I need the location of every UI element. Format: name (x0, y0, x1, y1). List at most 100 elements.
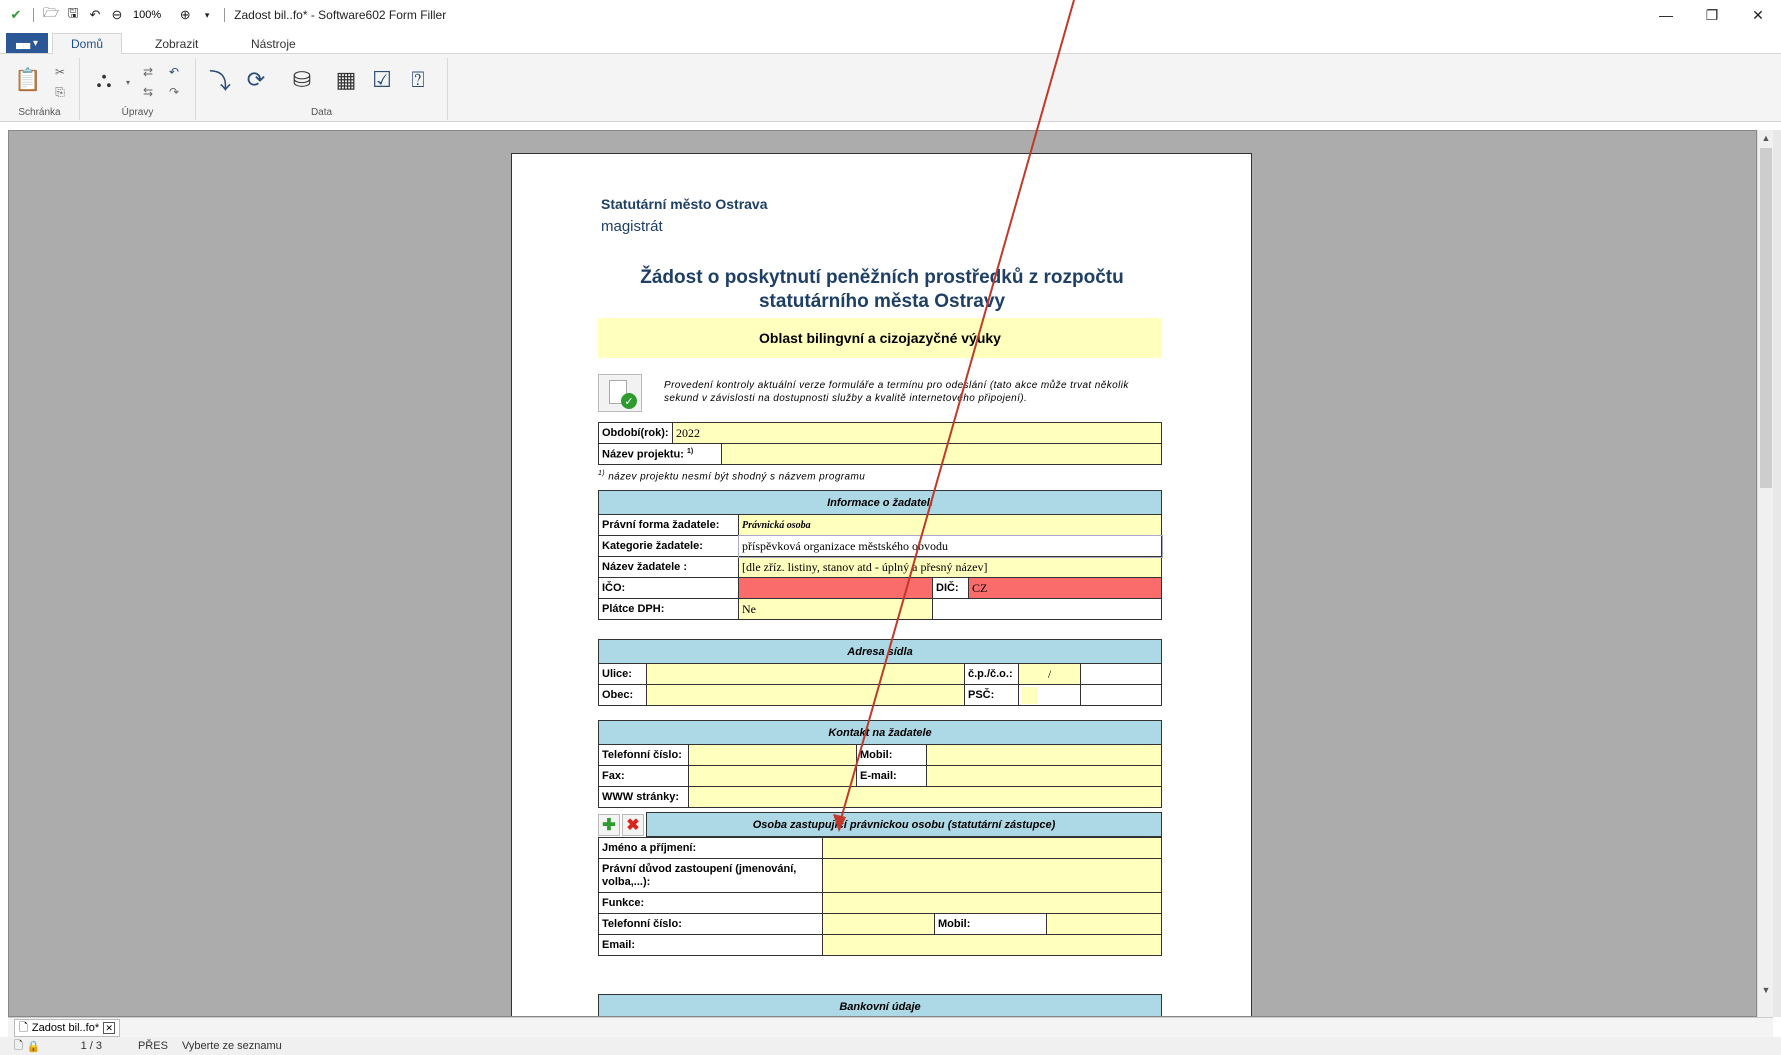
undo-icon[interactable]: ↶ (166, 64, 182, 80)
import-icon[interactable]: ⤵ (206, 64, 234, 96)
window-controls: — ❐ ✕ (1643, 0, 1781, 30)
dic-field[interactable]: CZ (968, 577, 1162, 599)
city-label: Obec: (598, 684, 647, 706)
form-title-line2: statutárního města Ostravy (758, 291, 1006, 312)
minimize-icon[interactable]: — (1643, 0, 1689, 30)
program-area: Oblast bilingvní a cizojazyčné výuky (598, 318, 1162, 358)
rep-phone-field[interactable] (822, 913, 935, 935)
zoom-out-icon[interactable]: ⊖ (109, 7, 125, 23)
document-tabs: 🗋 Zadost bil..fo* ✕ (8, 1017, 1773, 1037)
group-clipboard: 📋 ✂ ⎘ Schránka (0, 58, 80, 120)
page-icon: 🗋 (14, 1039, 23, 1052)
undo-icon[interactable]: ↶ (87, 7, 103, 23)
representative-header-table: Osoba zastupující právnickou osobu (stat… (646, 812, 1162, 837)
remove-row-icon[interactable]: ✖ (622, 814, 644, 836)
replace-all-icon[interactable]: ⇆ (140, 84, 156, 100)
mobile-field[interactable] (926, 744, 1162, 766)
rep-email-label: Email: (598, 934, 823, 956)
category-label: Kategorie žadatele: (598, 535, 739, 557)
tab-tools[interactable]: Nástroje (233, 33, 314, 54)
version-check-button[interactable]: ✓ (598, 374, 642, 412)
checklist-icon[interactable]: ☑ (368, 64, 396, 96)
zip-field[interactable] (1022, 686, 1038, 704)
side-info-panel[interactable] (1773, 130, 1781, 1017)
project-name-field[interactable] (721, 443, 1162, 465)
rep-email-field[interactable] (822, 934, 1162, 956)
project-name-label: Název projektu: (602, 448, 684, 461)
scroll-down-icon[interactable]: ▼ (1758, 982, 1774, 998)
ico-field[interactable] (738, 577, 933, 599)
zip-label: PSČ: (964, 684, 1019, 706)
restore-icon[interactable]: ❐ (1689, 0, 1735, 30)
replace-icon[interactable]: ⇄ (140, 64, 156, 80)
category-select[interactable]: příspěvková organizace městského obvodu (737, 534, 1163, 558)
rep-function-field[interactable] (822, 892, 1162, 914)
close-icon[interactable]: ✕ (1735, 0, 1781, 30)
form-title: Žádost o poskytnutí peněžních prostředků… (592, 266, 1172, 314)
group-label: Úpravy (121, 107, 154, 118)
applicant-table: Informace o žadateli Právní forma žadate… (598, 490, 1163, 620)
version-check-note: Provedení kontroly aktuální verze formul… (664, 380, 1129, 404)
document-icon: 🗋 (19, 1021, 28, 1034)
representative-table: Jméno a příjmení: Právní důvod zastoupen… (598, 837, 1162, 956)
rep-phone-label: Telefonní číslo: (598, 913, 823, 935)
check-icon[interactable]: ✔ (8, 7, 24, 23)
email-field[interactable] (926, 765, 1162, 787)
paste-icon[interactable]: 📋 (14, 64, 42, 96)
vat-payer-select[interactable]: Ne (738, 598, 933, 620)
website-field[interactable] (688, 786, 1162, 808)
section-header: Bankovní údaje (598, 994, 1162, 1016)
overwrite-mode: PŘES (137, 1040, 168, 1052)
legal-form-select[interactable]: Právnická osoba (738, 514, 1162, 536)
phone-field[interactable] (688, 744, 857, 766)
section-header: Informace o žadateli (598, 490, 1162, 515)
close-tab-icon[interactable]: ✕ (103, 1022, 116, 1034)
zoom-in-icon[interactable]: ⊕ (177, 7, 193, 23)
database-icon[interactable]: ⛁ (288, 64, 316, 96)
applicant-name-label: Název žadatele : (598, 556, 739, 578)
tab-view[interactable]: Zobrazit (137, 33, 216, 54)
dropdown-icon[interactable]: ▾ (120, 74, 136, 90)
rep-name-field[interactable] (822, 837, 1162, 859)
city-field[interactable] (646, 684, 965, 706)
vertical-scrollbar[interactable]: ▲ ▼ (1757, 130, 1773, 1017)
footnote-marker: 1) (598, 470, 606, 477)
separator (33, 8, 34, 22)
document-tab[interactable]: 🗋 Zadost bil..fo* ✕ (14, 1019, 121, 1037)
calculator-icon[interactable]: ▦ (332, 64, 360, 96)
page-indicator: 1 / 3 (80, 1040, 102, 1052)
find-icon[interactable]: ⛬ (90, 64, 118, 96)
open-folder-icon[interactable]: 🗁 (43, 5, 59, 23)
tab-home[interactable]: Domů (52, 33, 123, 54)
customize-toolbar-icon[interactable]: ▾ (199, 7, 215, 23)
redo-icon[interactable]: ↷ (166, 84, 182, 100)
period-field[interactable]: 2022 (672, 422, 1162, 444)
footnote-marker: 1) (686, 447, 694, 455)
document-viewport[interactable]: Statutární město Ostrava magistrát Žádos… (8, 130, 1757, 1017)
help-document-icon[interactable]: ⍰ (404, 64, 432, 96)
file-menu-button[interactable]: ▄▄ ▾ (6, 33, 48, 53)
fax-field[interactable] (688, 765, 857, 787)
contact-table: Kontakt na žadatele Telefonní číslo: Mob… (598, 720, 1162, 808)
rep-reason-field[interactable] (822, 858, 1162, 893)
refresh-icon[interactable]: ⟳ (242, 64, 270, 96)
form-title-line1: Žádost o poskytnutí peněžních prostředků… (640, 267, 1124, 288)
rep-mobile-field[interactable] (1046, 913, 1162, 935)
cut-icon[interactable]: ✂ (52, 64, 68, 80)
group-label: Schránka (18, 107, 61, 118)
scrollbar-thumb[interactable] (1760, 148, 1772, 488)
scroll-up-icon[interactable]: ▲ (1758, 130, 1774, 146)
phone-label: Telefonní číslo: (598, 744, 689, 766)
copy-icon[interactable]: ⎘ (52, 84, 68, 100)
ico-label: IČO: (598, 577, 739, 599)
street-field[interactable] (646, 663, 965, 685)
save-icon[interactable]: 🖫 (65, 5, 81, 23)
project-name-label-cell: Název projektu: 1) (598, 443, 722, 465)
applicant-name-field[interactable]: [dle zříz. listiny, stanov atd - úplný a… (738, 556, 1162, 578)
window-title: Zadost bil..fo* - Software602 Form Fille… (234, 8, 447, 22)
add-row-icon[interactable]: ✚ (598, 814, 620, 836)
house-number-field[interactable]: / (1018, 663, 1081, 685)
project-table: Období(rok): 2022 Název projektu: 1) (598, 422, 1162, 465)
footnote: 1) název projektu nesmí být shodný s náz… (598, 470, 865, 482)
group-edit: ⛬ ▾ ⇄ ⇆ ↶ ↷ Úpravy (80, 58, 196, 120)
